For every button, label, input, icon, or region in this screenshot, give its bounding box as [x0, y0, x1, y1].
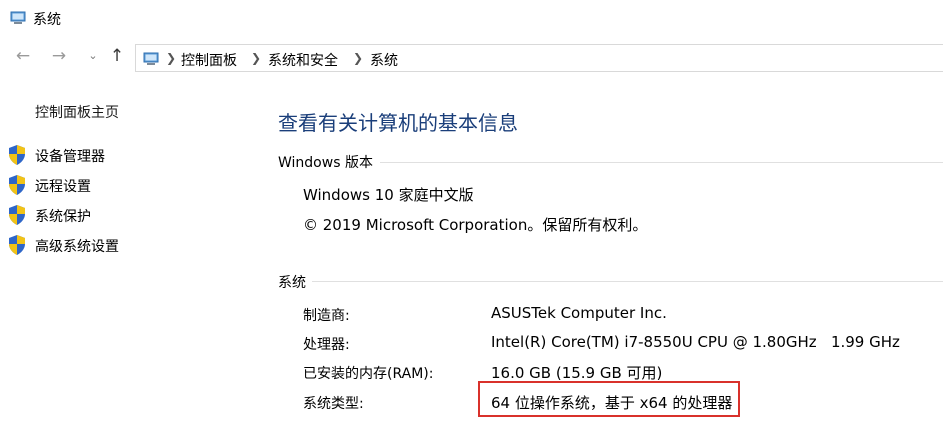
- windows-edition: Windows 10 家庭中文版: [303, 186, 474, 204]
- system-type-label: 系统类型:: [303, 396, 364, 412]
- uac-shield-icon: [9, 205, 25, 225]
- arrow-right-icon[interactable]: →: [50, 47, 68, 65]
- breadcrumb-control-panel[interactable]: 控制面板: [181, 50, 237, 70]
- system-heading: 系统: [278, 272, 312, 292]
- sidebar-item-label: 远程设置: [35, 179, 91, 195]
- copyright-text: © 2019 Microsoft Corporation。保留所有权利。: [303, 216, 648, 234]
- chevron-right-icon[interactable]: ❯: [251, 51, 261, 65]
- divider: [310, 281, 943, 282]
- chevron-down-icon[interactable]: ⌄: [84, 47, 102, 65]
- window-title: 系统: [33, 12, 61, 28]
- ram-value: 16.0 GB (15.9 GB 可用): [491, 364, 663, 382]
- highlight-box: [478, 381, 740, 417]
- breadcrumb-system[interactable]: 系统: [370, 50, 398, 70]
- sidebar-item-label: 设备管理器: [35, 149, 105, 165]
- address-bar[interactable]: ❯ 控制面板 ❯ 系统和安全 ❯ 系统: [135, 44, 943, 72]
- sidebar-item-label: 高级系统设置: [35, 239, 119, 255]
- chevron-right-icon[interactable]: ❯: [353, 51, 363, 65]
- sidebar-home-link[interactable]: 控制面板主页: [35, 102, 119, 122]
- computer-icon: [10, 11, 26, 24]
- uac-shield-icon: [9, 235, 25, 255]
- windows-edition-heading: Windows 版本: [278, 152, 379, 172]
- uac-shield-icon: [9, 175, 25, 195]
- arrow-left-icon[interactable]: ←: [14, 47, 32, 65]
- processor-value: Intel(R) Core(TM) i7-8550U CPU @ 1.80GHz…: [491, 333, 900, 351]
- divider: [380, 162, 943, 163]
- breadcrumb-system-security[interactable]: 系统和安全: [268, 50, 338, 70]
- sidebar-item-label: 系统保护: [35, 209, 91, 225]
- processor-label: 处理器:: [303, 337, 350, 353]
- manufacturer-value: ASUSTek Computer Inc.: [491, 304, 667, 322]
- chevron-right-icon[interactable]: ❯: [166, 51, 176, 65]
- uac-shield-icon: [9, 145, 25, 165]
- computer-icon: [143, 52, 159, 65]
- ram-label: 已安装的内存(RAM):: [303, 366, 434, 382]
- title-bar: 系统: [0, 0, 943, 38]
- manufacturer-label: 制造商:: [303, 308, 350, 324]
- page-title: 查看有关计算机的基本信息: [278, 111, 518, 135]
- arrow-up-icon[interactable]: ↑: [108, 47, 126, 65]
